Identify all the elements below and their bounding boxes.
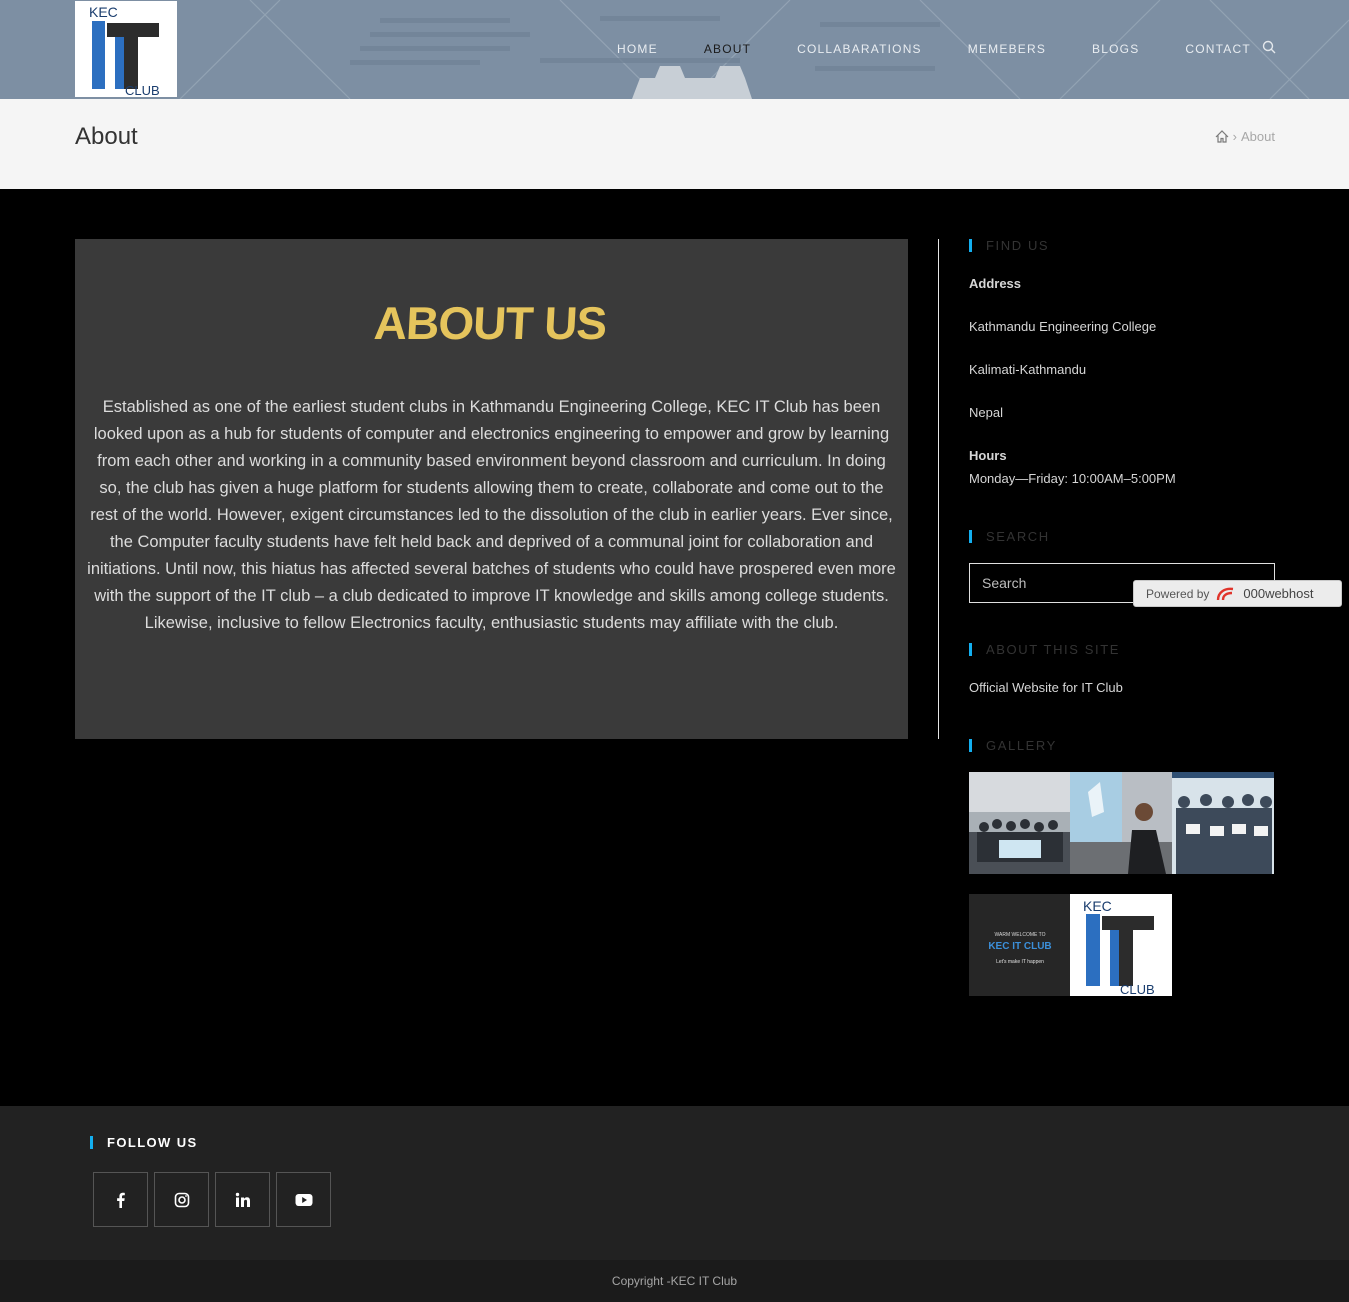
welcome-small-text: WARM WELCOME TO <box>994 932 1045 938</box>
nav-item-about[interactable]: ABOUT <box>681 0 774 99</box>
page-title-bar: About › About <box>0 99 1349 189</box>
address-line-1: Kathmandu Engineering College <box>969 319 1157 334</box>
gallery-title: GALLERY <box>969 738 1057 753</box>
linkedin-button[interactable] <box>215 1172 270 1227</box>
youtube-icon <box>295 1193 312 1206</box>
breadcrumb-separator-icon: › <box>1232 129 1238 144</box>
powered-by-badge[interactable]: Powered by 000webhost <box>1133 580 1342 607</box>
gallery-image-speaker[interactable] <box>1070 772 1172 874</box>
search-icon[interactable] <box>1262 40 1276 54</box>
welcome-tagline-text: Let's make IT happen <box>996 959 1044 965</box>
about-site-text: Official Website for IT Club <box>969 680 1123 695</box>
content-sidebar-divider <box>938 239 939 739</box>
address-label: Address <box>969 276 1022 291</box>
logo-text-kec: KEC <box>89 4 118 20</box>
facebook-icon <box>116 1192 125 1208</box>
logo-text-club: CLUB <box>125 83 160 97</box>
breadcrumb: › About <box>1215 129 1275 144</box>
gallery-logo-text-club: CLUB <box>1120 982 1155 996</box>
powered-by-brand: 000webhost <box>1243 586 1314 601</box>
nav-item-memebers[interactable]: MEMEBERS <box>945 0 1069 99</box>
about-heading-text: ABOUT US <box>372 297 607 349</box>
about-site-title: ABOUT THIS SITE <box>969 642 1120 657</box>
hours-label: Hours <box>969 448 1007 463</box>
nav-item-contact[interactable]: CONTACT <box>1162 0 1274 99</box>
about-paragraph: Established as one of the earliest stude… <box>87 398 896 632</box>
youtube-button[interactable] <box>276 1172 331 1227</box>
footer-widgets: FOLLOW US <box>0 1106 1349 1260</box>
hours-value: Monday—Friday: 10:00AM–5:00PM <box>969 471 1176 486</box>
instagram-button[interactable] <box>154 1172 209 1227</box>
nav-item-home[interactable]: HOME <box>594 0 681 99</box>
powered-by-prefix: Powered by <box>1146 586 1210 601</box>
nav-item-collabarations[interactable]: COLLABARATIONS <box>774 0 945 99</box>
site-logo[interactable]: KEC CLUB <box>75 1 177 98</box>
gallery-image-certificates[interactable] <box>1172 772 1274 874</box>
gallery-image-logo[interactable]: KEC CLUB <box>1070 894 1172 996</box>
find-us-title: FIND US <box>969 238 1049 253</box>
about-content-box: ABOUT US Established as one of the earli… <box>75 239 908 739</box>
home-icon[interactable] <box>1215 130 1229 143</box>
instagram-icon <box>174 1192 189 1207</box>
linkedin-icon <box>235 1192 250 1207</box>
gallery-image-group-photo[interactable] <box>969 772 1071 874</box>
follow-us-title: FOLLOW US <box>90 1135 198 1150</box>
main-navigation: HOME ABOUT COLLABARATIONS MEMEBERS BLOGS… <box>594 0 1274 99</box>
gallery-image-welcome[interactable]: WARM WELCOME TO KEC IT CLUB Let's make I… <box>969 894 1071 996</box>
site-header: KEC CLUB HOME ABOUT COLLABARATIONS MEMEB… <box>0 0 1349 99</box>
welcome-big-text: KEC IT CLUB <box>988 941 1051 952</box>
nav-item-blogs[interactable]: BLOGS <box>1069 0 1162 99</box>
search-title: SEARCH <box>969 529 1050 544</box>
about-heading-wrapper: ABOUT US <box>75 287 908 362</box>
webhost-logo-icon <box>1217 587 1234 600</box>
address-line-2: Kalimati-Kathmandu <box>969 362 1087 377</box>
facebook-button[interactable] <box>93 1172 148 1227</box>
page-title: About <box>75 123 138 150</box>
gallery-logo-text-kec: KEC <box>1083 898 1112 914</box>
copyright: Copyright -KEC IT Club <box>0 1260 1349 1302</box>
breadcrumb-current: About <box>1241 129 1275 144</box>
address-line-3: Nepal <box>969 405 1003 420</box>
about-heading: ABOUT US <box>372 297 607 349</box>
